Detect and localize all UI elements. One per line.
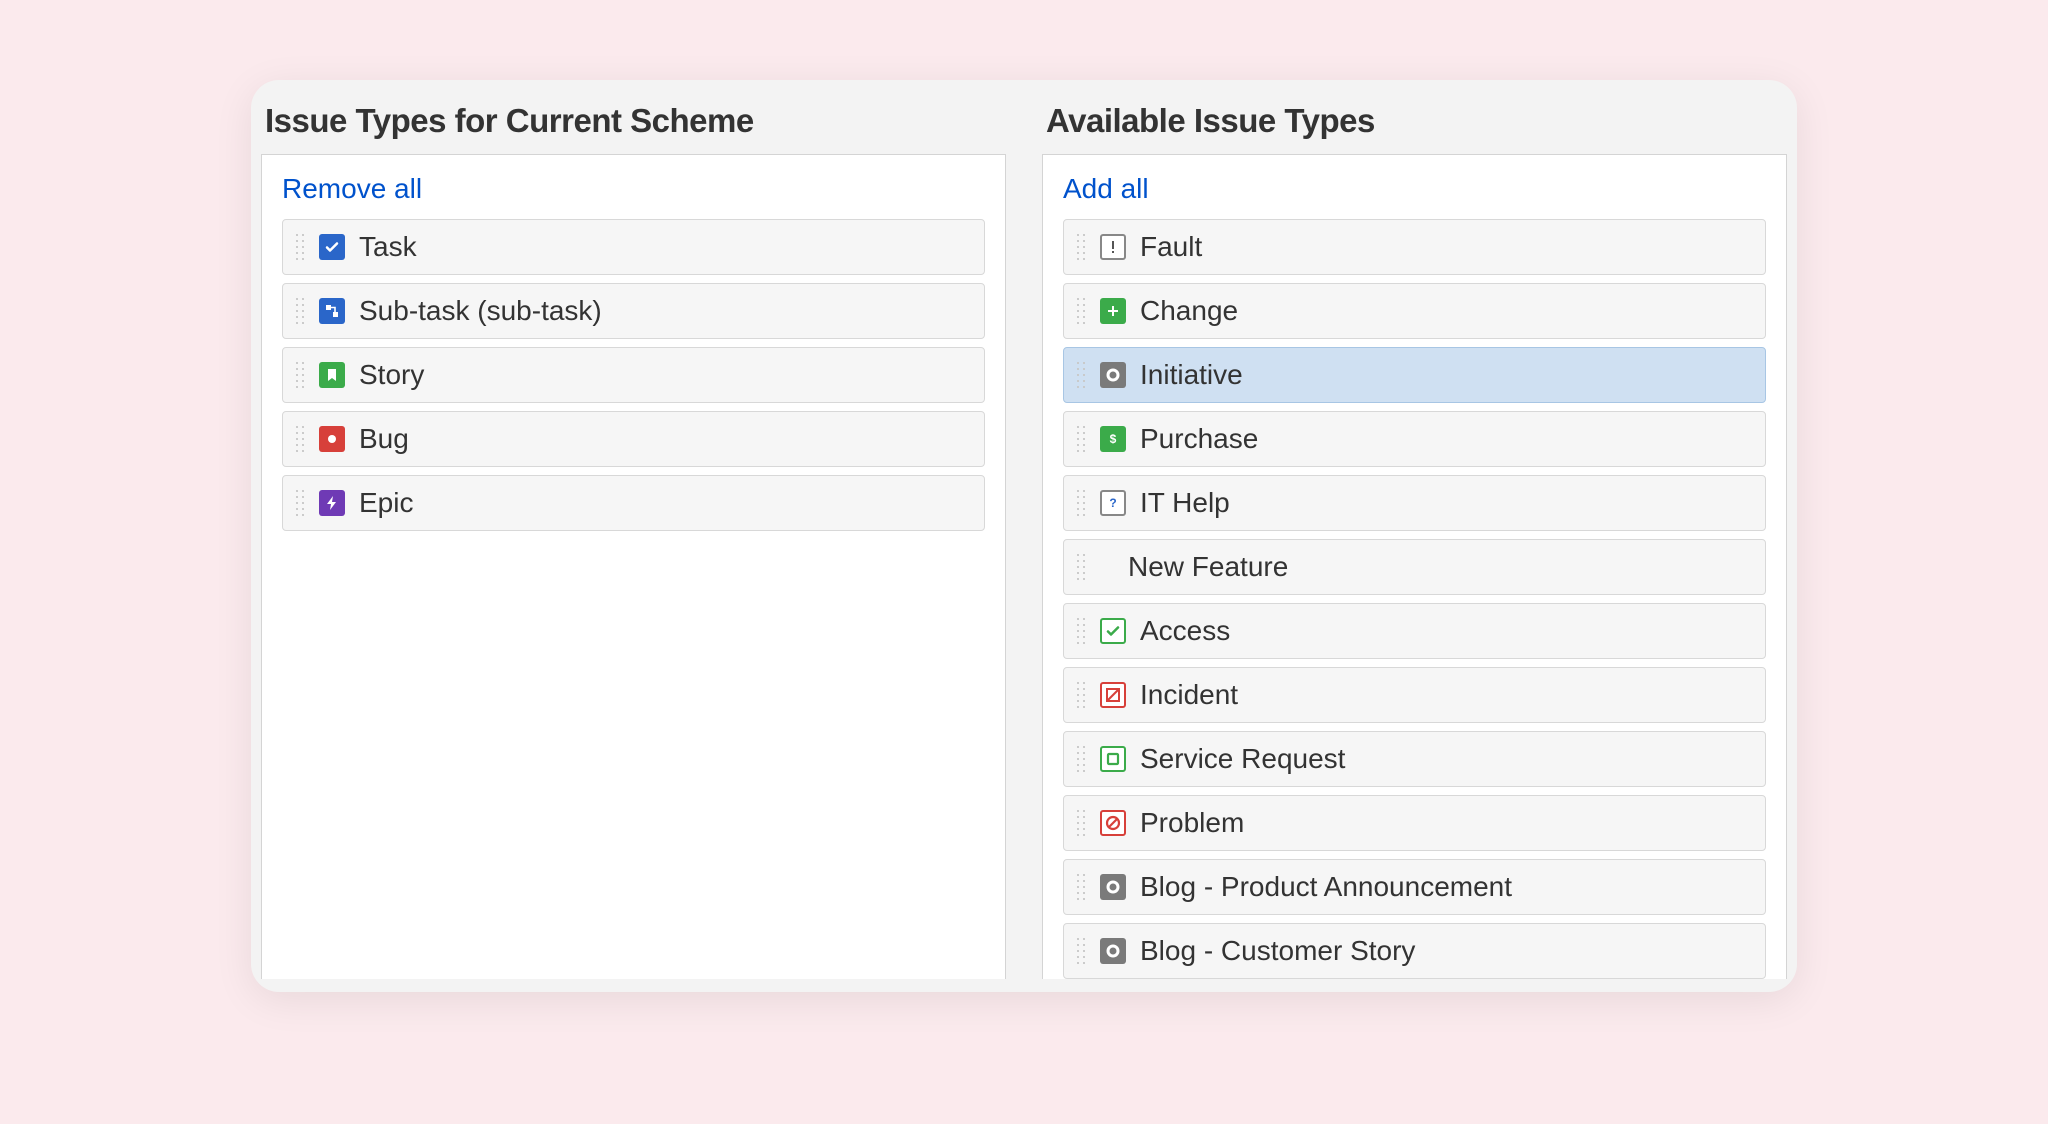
- drag-handle-icon[interactable]: [1074, 616, 1090, 646]
- issue-type-item[interactable]: Change: [1063, 283, 1766, 339]
- drag-handle-icon[interactable]: [293, 488, 309, 518]
- drag-handle-icon[interactable]: [293, 296, 309, 326]
- drag-handle-icon[interactable]: [1074, 808, 1090, 838]
- story-icon: [319, 362, 345, 388]
- task-icon: [319, 234, 345, 260]
- ithelp-icon: ?: [1100, 490, 1126, 516]
- issue-type-item[interactable]: Problem: [1063, 795, 1766, 851]
- issue-type-label: Problem: [1140, 807, 1244, 839]
- issue-type-label: Change: [1140, 295, 1238, 327]
- issue-type-label: Blog - Customer Story: [1140, 935, 1415, 967]
- issue-type-label: Epic: [359, 487, 413, 519]
- subtask-icon: [319, 298, 345, 324]
- remove-all-link[interactable]: Remove all: [282, 173, 422, 205]
- svg-text:?: ?: [1109, 496, 1116, 510]
- drag-handle-icon[interactable]: [1074, 680, 1090, 710]
- drag-handle-icon[interactable]: [1074, 872, 1090, 902]
- issue-type-item[interactable]: Access: [1063, 603, 1766, 659]
- svg-text:$: $: [1110, 432, 1117, 446]
- problem-icon: [1100, 810, 1126, 836]
- drag-handle-icon[interactable]: [1074, 424, 1090, 454]
- drag-handle-icon[interactable]: [293, 424, 309, 454]
- issue-type-item[interactable]: Sub-task (sub-task): [282, 283, 985, 339]
- issue-type-item[interactable]: Task: [282, 219, 985, 275]
- issue-type-label: Access: [1140, 615, 1230, 647]
- service-icon: [1100, 746, 1126, 772]
- issue-type-item[interactable]: Bug: [282, 411, 985, 467]
- drag-handle-icon[interactable]: [1074, 296, 1090, 326]
- issue-type-label: Service Request: [1140, 743, 1345, 775]
- change-icon: [1100, 298, 1126, 324]
- bug-icon: [319, 426, 345, 452]
- drag-handle-icon[interactable]: [293, 360, 309, 390]
- issue-type-label: IT Help: [1140, 487, 1230, 519]
- issue-type-item[interactable]: Fault: [1063, 219, 1766, 275]
- available-types-panel: Add all Fault Change Initiative $ Purchase? I…: [1042, 154, 1787, 979]
- available-types-column: Available Issue Types Add all Fault Chang…: [1042, 80, 1787, 979]
- issue-type-label: Incident: [1140, 679, 1238, 711]
- issue-type-item[interactable]: Epic: [282, 475, 985, 531]
- epic-icon: [319, 490, 345, 516]
- issue-type-label: New Feature: [1128, 551, 1288, 583]
- drag-handle-icon[interactable]: [1074, 936, 1090, 966]
- issue-type-label: Sub-task (sub-task): [359, 295, 602, 327]
- issue-type-label: Task: [359, 231, 417, 263]
- issue-type-scheme-card: Issue Types for Current Scheme Remove al…: [251, 80, 1797, 992]
- issue-type-item[interactable]: Initiative: [1063, 347, 1766, 403]
- add-all-link[interactable]: Add all: [1063, 173, 1149, 205]
- current-scheme-column: Issue Types for Current Scheme Remove al…: [261, 80, 1006, 979]
- current-scheme-list: Task Sub-task (sub-task) Story Bug Epic: [282, 219, 985, 531]
- fault-icon: [1100, 234, 1126, 260]
- issue-type-item[interactable]: $ Purchase: [1063, 411, 1766, 467]
- drag-handle-icon[interactable]: [1074, 488, 1090, 518]
- available-types-list: Fault Change Initiative $ Purchase? IT Help Ne…: [1063, 219, 1766, 979]
- current-scheme-title: Issue Types for Current Scheme: [265, 102, 1006, 140]
- issue-type-label: Fault: [1140, 231, 1202, 263]
- drag-handle-icon[interactable]: [293, 232, 309, 262]
- access-icon: [1100, 618, 1126, 644]
- drag-handle-icon[interactable]: [1074, 552, 1090, 582]
- issue-type-item[interactable]: ? IT Help: [1063, 475, 1766, 531]
- blog-icon: [1100, 874, 1126, 900]
- issue-type-item[interactable]: Story: [282, 347, 985, 403]
- issue-type-label: Initiative: [1140, 359, 1243, 391]
- issue-type-label: Bug: [359, 423, 409, 455]
- columns-container: Issue Types for Current Scheme Remove al…: [251, 80, 1797, 979]
- initiative-icon: [1100, 362, 1126, 388]
- issue-type-label: Purchase: [1140, 423, 1258, 455]
- available-types-title: Available Issue Types: [1046, 102, 1787, 140]
- drag-handle-icon[interactable]: [1074, 232, 1090, 262]
- current-scheme-panel: Remove all Task Sub-task (sub-task) Story B…: [261, 154, 1006, 979]
- issue-type-item[interactable]: Blog - Customer Story: [1063, 923, 1766, 979]
- blog-icon: [1100, 938, 1126, 964]
- incident-icon: [1100, 682, 1126, 708]
- issue-type-item[interactable]: Service Request: [1063, 731, 1766, 787]
- issue-type-item[interactable]: Incident: [1063, 667, 1766, 723]
- drag-handle-icon[interactable]: [1074, 744, 1090, 774]
- drag-handle-icon[interactable]: [1074, 360, 1090, 390]
- issue-type-item[interactable]: Blog - Product Announcement: [1063, 859, 1766, 915]
- issue-type-label: Blog - Product Announcement: [1140, 871, 1512, 903]
- issue-type-item[interactable]: New Feature: [1063, 539, 1766, 595]
- issue-type-label: Story: [359, 359, 424, 391]
- purchase-icon: $: [1100, 426, 1126, 452]
